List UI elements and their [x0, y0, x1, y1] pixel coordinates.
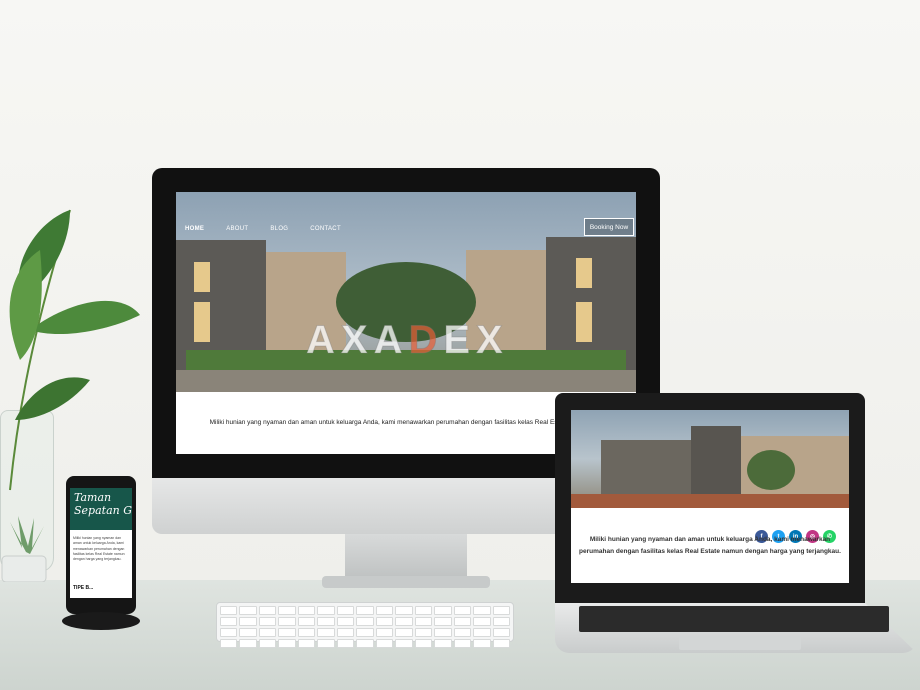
phone-website-screen: Taman Sepatan G Miliki hunian yang nyama…	[70, 488, 132, 598]
smartphone: Taman Sepatan G Miliki hunian yang nyama…	[66, 476, 136, 614]
nav-home[interactable]: HOME	[185, 226, 204, 232]
laptop-trackpad	[679, 636, 801, 650]
laptop-townhouse-illustration	[571, 426, 849, 508]
phone-body-text: Miliki hunian yang nyaman dan aman untuk…	[73, 536, 125, 561]
phone-tipe-label: TIPE B...	[73, 585, 94, 591]
phone-dock	[62, 612, 140, 630]
imac-foot	[322, 576, 490, 588]
site-nav: HOME ABOUT BLOG CONTACT	[185, 226, 341, 232]
imac-stand	[345, 534, 467, 578]
keyboard	[216, 602, 514, 648]
booking-now-button[interactable]: Booking Now	[584, 218, 634, 236]
succulent-icon	[1, 516, 47, 582]
laptop-hero-image	[571, 410, 849, 508]
laptop-intro-text: Miliki hunian yang nyaman dan aman untuk…	[579, 536, 841, 556]
nav-about[interactable]: ABOUT	[226, 226, 248, 232]
nav-blog[interactable]: BLOG	[270, 226, 288, 232]
nav-contact[interactable]: CONTACT	[310, 226, 341, 232]
watermark-logo: AXADEX	[305, 318, 509, 363]
laptop-keyboard	[579, 606, 889, 632]
phone-hero: Taman Sepatan G	[70, 488, 132, 530]
phone-title: Taman Sepatan G	[74, 491, 132, 517]
laptop-website-screen: f t in ◎ ✆ Miliki hunian yang nyaman dan…	[571, 410, 849, 583]
laptop: f t in ◎ ✆ Miliki hunian yang nyaman dan…	[555, 393, 917, 658]
